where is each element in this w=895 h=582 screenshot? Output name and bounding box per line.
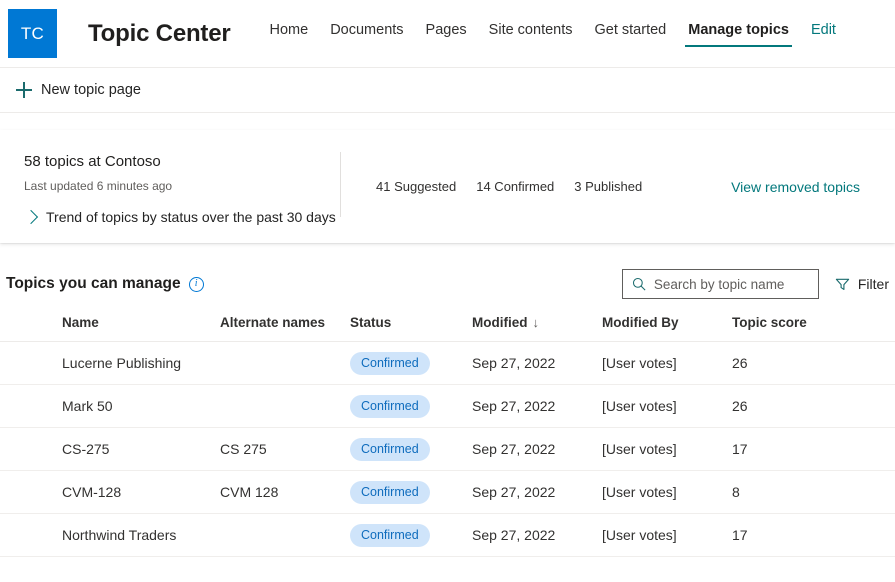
site-navigation: Home Documents Pages Site contents Get s… bbox=[259, 9, 847, 58]
cell-modified-by: [User votes] bbox=[602, 427, 732, 471]
cell-name[interactable]: Mark 50 bbox=[0, 384, 220, 428]
new-topic-page-button[interactable]: New topic page bbox=[8, 77, 149, 103]
cell-modified-by: [User votes] bbox=[602, 513, 732, 557]
nav-item-site-contents[interactable]: Site contents bbox=[478, 9, 584, 49]
summary-card-wrapper: 58 topics at Contoso Last updated 6 minu… bbox=[0, 113, 895, 243]
plus-icon bbox=[16, 82, 32, 98]
page-body: 58 topics at Contoso Last updated 6 minu… bbox=[0, 113, 895, 557]
cell-alternate-names: CS 275 bbox=[220, 427, 350, 471]
cell-topic-score: 17 bbox=[732, 513, 895, 557]
topics-section-header: Topics you can manage i Filter bbox=[0, 243, 895, 299]
info-icon[interactable]: i bbox=[188, 276, 204, 292]
cell-status: Confirmed bbox=[350, 470, 472, 514]
topics-table-head: Name Alternate names Status Modified ↓ Mo… bbox=[0, 315, 895, 342]
column-header-name[interactable]: Name bbox=[0, 315, 220, 342]
cell-modified: Sep 27, 2022 bbox=[472, 341, 602, 385]
cell-topic-score: 26 bbox=[732, 384, 895, 428]
nav-item-get-started[interactable]: Get started bbox=[584, 9, 678, 49]
trend-label: Trend of topics by status over the past … bbox=[46, 209, 336, 225]
search-icon bbox=[632, 277, 646, 291]
stat-suggested: 41 Suggested bbox=[376, 179, 457, 194]
command-bar: New topic page bbox=[0, 68, 895, 113]
cell-modified: Sep 27, 2022 bbox=[472, 427, 602, 471]
column-header-modified-label: Modified bbox=[472, 315, 528, 330]
status-badge: Confirmed bbox=[350, 394, 430, 418]
table-row[interactable]: CVM-128 CVM 128 Confirmed Sep 27, 2022 [… bbox=[0, 470, 895, 514]
site-title: Topic Center bbox=[88, 19, 231, 47]
last-updated-text: Last updated 6 minutes ago bbox=[24, 179, 173, 193]
cell-name[interactable]: CS-275 bbox=[0, 427, 220, 471]
cell-modified: Sep 27, 2022 bbox=[472, 384, 602, 428]
cell-modified-by: [User votes] bbox=[602, 470, 732, 514]
cell-status: Confirmed bbox=[350, 427, 472, 471]
view-removed-topics-link[interactable]: View removed topics bbox=[731, 179, 860, 195]
cell-status: Confirmed bbox=[350, 341, 472, 385]
site-logo[interactable]: TC bbox=[8, 9, 57, 58]
status-badge: Confirmed bbox=[350, 480, 430, 504]
trend-expander[interactable]: Trend of topics by status over the past … bbox=[23, 208, 340, 226]
nav-item-edit[interactable]: Edit bbox=[800, 9, 847, 49]
cell-alternate-names bbox=[220, 341, 350, 385]
cell-alternate-names bbox=[220, 384, 350, 428]
cell-modified: Sep 27, 2022 bbox=[472, 513, 602, 557]
column-header-modified[interactable]: Modified ↓ bbox=[472, 315, 602, 342]
cell-name[interactable]: CVM-128 bbox=[0, 470, 220, 514]
topics-table-body: Lucerne Publishing Confirmed Sep 27, 202… bbox=[0, 341, 895, 557]
filter-icon bbox=[835, 278, 850, 290]
column-header-alternate-names[interactable]: Alternate names bbox=[220, 315, 350, 342]
summary-stats: 41 Suggested 14 Confirmed 3 Published bbox=[341, 130, 731, 243]
cell-topic-score: 26 bbox=[732, 341, 895, 385]
status-badge: Confirmed bbox=[350, 351, 430, 375]
column-header-modified-by[interactable]: Modified By bbox=[602, 315, 732, 342]
summary-left: 58 topics at Contoso Last updated 6 minu… bbox=[0, 130, 340, 243]
topics-tools: Filter bbox=[621, 269, 895, 299]
cell-name[interactable]: Lucerne Publishing bbox=[0, 341, 220, 385]
chevron-right-icon bbox=[23, 209, 39, 225]
cell-topic-score: 17 bbox=[732, 427, 895, 471]
topics-title-wrap: Topics you can manage i bbox=[6, 275, 204, 293]
stat-confirmed: 14 Confirmed bbox=[476, 179, 555, 194]
status-badge: Confirmed bbox=[350, 523, 430, 547]
nav-item-manage-topics[interactable]: Manage topics bbox=[677, 9, 800, 49]
cell-alternate-names: CVM 128 bbox=[220, 470, 350, 514]
site-header: TC Topic Center Home Documents Pages Sit… bbox=[0, 0, 895, 68]
table-row[interactable]: Mark 50 Confirmed Sep 27, 2022 [User vot… bbox=[0, 384, 895, 428]
column-header-status[interactable]: Status bbox=[350, 315, 472, 342]
cell-name[interactable]: Northwind Traders bbox=[0, 513, 220, 557]
nav-item-documents[interactable]: Documents bbox=[319, 9, 414, 49]
topics-table: Name Alternate names Status Modified ↓ Mo… bbox=[0, 315, 895, 557]
search-input[interactable] bbox=[653, 276, 809, 292]
column-header-topic-score[interactable]: Topic score bbox=[732, 315, 895, 342]
table-row[interactable]: Lucerne Publishing Confirmed Sep 27, 202… bbox=[0, 341, 895, 385]
cell-modified: Sep 27, 2022 bbox=[472, 470, 602, 514]
nav-item-pages[interactable]: Pages bbox=[415, 9, 478, 49]
sort-descending-icon: ↓ bbox=[532, 315, 540, 330]
table-header-row: Name Alternate names Status Modified ↓ Mo… bbox=[0, 315, 895, 342]
filter-label: Filter bbox=[857, 276, 889, 292]
table-row[interactable]: Northwind Traders Confirmed Sep 27, 2022… bbox=[0, 513, 895, 557]
filter-button[interactable]: Filter bbox=[835, 276, 889, 292]
stat-published: 3 Published bbox=[574, 179, 643, 194]
nav-item-home[interactable]: Home bbox=[259, 9, 320, 49]
table-row[interactable]: CS-275 CS 275 Confirmed Sep 27, 2022 [Us… bbox=[0, 427, 895, 471]
topics-section-title: Topics you can manage bbox=[6, 275, 181, 292]
topics-count-text: 58 topics at Contoso bbox=[24, 153, 161, 170]
cell-status: Confirmed bbox=[350, 384, 472, 428]
topics-summary-card: 58 topics at Contoso Last updated 6 minu… bbox=[0, 130, 895, 243]
search-box[interactable] bbox=[621, 269, 819, 299]
summary-removed-link-wrap: View removed topics bbox=[731, 130, 895, 243]
cell-topic-score: 8 bbox=[732, 470, 895, 514]
status-badge: Confirmed bbox=[350, 437, 430, 461]
new-topic-page-label: New topic page bbox=[41, 82, 141, 98]
cell-alternate-names bbox=[220, 513, 350, 557]
cell-status: Confirmed bbox=[350, 513, 472, 557]
cell-modified-by: [User votes] bbox=[602, 384, 732, 428]
cell-modified-by: [User votes] bbox=[602, 341, 732, 385]
